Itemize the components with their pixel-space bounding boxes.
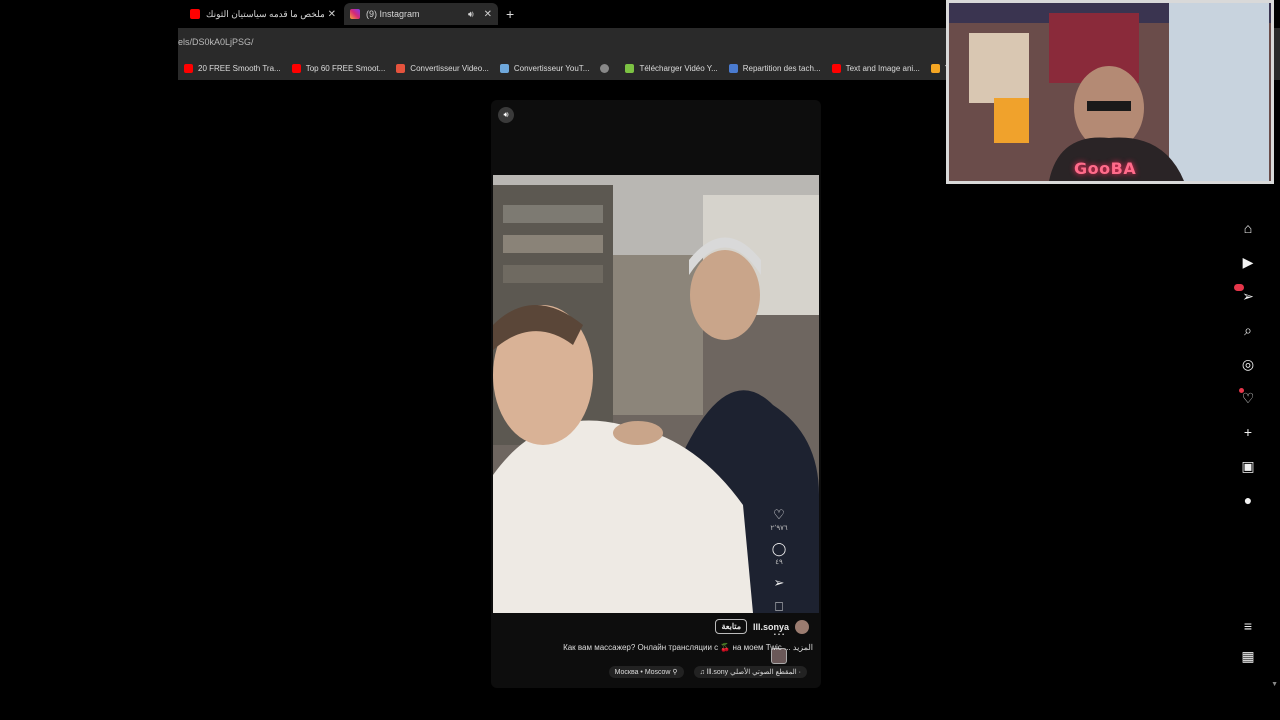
menu-icon[interactable]: ≡ (1244, 618, 1252, 634)
like-count: ٢٬٩٧٦ (770, 525, 788, 532)
bookmark-item[interactable]: Convertisseur Video... (396, 63, 489, 73)
bookmark-item[interactable]: Télécharger Vidéo Y... (625, 63, 718, 73)
dashboard-icon[interactable]: ▣ (1241, 458, 1254, 474)
explore-icon[interactable]: ◎ (1242, 356, 1254, 372)
webcam-overlay: GooBA (946, 0, 1274, 184)
send-icon: ➢ (773, 575, 785, 590)
author-name[interactable]: lll.sonya (753, 622, 789, 632)
apps-icon[interactable]: ▦ (1241, 648, 1254, 664)
location-tag[interactable]: Москва • Moscow ⚲ (608, 666, 684, 678)
avatar[interactable] (795, 619, 809, 634)
reel-card: 🔊︎ ♡ ٢٬٩٧٦ ◯ ٤٩ ➢ ⎕ … متابعة lll.sonya К… (491, 100, 821, 688)
close-icon[interactable]: ✕ (328, 9, 336, 20)
search-icon[interactable]: ⌕ (1244, 322, 1252, 338)
instagram-icon (350, 9, 360, 19)
converter-icon (499, 63, 509, 73)
save-button[interactable]: ⎕ (775, 600, 783, 614)
like-button[interactable]: ♡ ٢٬٩٧٦ (770, 507, 788, 533)
youtube-icon (190, 9, 200, 19)
globe-icon (600, 63, 610, 73)
notifications-icon[interactable]: ♡ (1238, 388, 1254, 406)
webcam-frame (949, 3, 1271, 181)
url-text[interactable]: els/DS0kA0LjPSG/ (178, 37, 254, 47)
home-icon[interactable]: ⌂ (1244, 220, 1252, 236)
share-button[interactable]: ➢ (774, 576, 785, 590)
youtube-icon (831, 63, 841, 73)
create-icon[interactable]: + (1244, 424, 1252, 440)
reels-icon[interactable]: ▶ (1243, 254, 1254, 270)
bookmark-icon: ⎕ (775, 599, 783, 614)
comment-count: ٤٩ (775, 559, 783, 566)
screen: ملخص ما قدمه سياستيان الثونك... ✕ (9) In… (0, 0, 1280, 720)
tab-instagram[interactable]: (9) Instagram 🔊︎ ✕ (344, 3, 498, 25)
youtube-icon (291, 63, 301, 73)
reel-meta: Москва • Moscow ⚲ ♫ lll.sony المقطع الصو… (608, 666, 807, 678)
instagram-sidebar: ⌂ ▶ ➢ ⌕ ◎ ♡ + ▣ ● (1234, 220, 1261, 508)
webcam-label: GooBA (1074, 159, 1137, 178)
reel-info: متابعة lll.sonya Как вам массажер? Онлай… (491, 615, 821, 685)
instagram-sidebar-bottom: ≡ ▦ (1235, 618, 1261, 664)
speaker-icon[interactable]: 🔊︎ (468, 9, 474, 20)
reel-caption[interactable]: Как вам массажер? Онлайн трансляции с 🍒 … (563, 643, 813, 652)
author-row: متابعة lll.sonya (715, 619, 809, 634)
notification-badge (1234, 284, 1245, 291)
comment-icon: ◯ (771, 541, 787, 556)
tab-title: (9) Instagram (366, 9, 420, 19)
heart-icon: ♡ (773, 507, 785, 522)
bookmark-item[interactable]: Text and Image ani... (831, 63, 920, 73)
volume-icon[interactable]: 🔊︎ (498, 107, 514, 123)
audio-tag[interactable]: ♫ lll.sony المقطع الصوتي الأصلي · (693, 666, 807, 678)
bookmark-icon (930, 63, 940, 73)
close-icon[interactable]: ✕ (484, 9, 492, 20)
bookmark-item[interactable]: 20 FREE Smooth Tra... (184, 63, 281, 73)
notification-dot (1238, 388, 1244, 393)
tab-youtube[interactable]: ملخص ما قدمه سياستيان الثونك... ✕ (184, 3, 342, 25)
follow-button[interactable]: متابعة (715, 619, 747, 634)
new-tab-button[interactable]: + (506, 6, 514, 22)
tab-title: ملخص ما قدمه سياستيان الثونك... (206, 8, 324, 19)
youtube-icon (184, 63, 193, 73)
bookmark-item[interactable] (600, 63, 614, 73)
comment-button[interactable]: ◯ ٤٩ (771, 541, 787, 567)
profile-avatar[interactable]: ● (1244, 492, 1252, 508)
bookmark-item[interactable]: Repartition des tach... (728, 63, 821, 73)
messages-icon[interactable]: ➢ (1234, 284, 1254, 304)
bookmark-item[interactable]: Convertisseur YouT... (499, 63, 589, 73)
scroll-down-arrow[interactable]: ▼ (1271, 681, 1278, 688)
download-icon (625, 63, 635, 73)
z-icon (396, 63, 406, 73)
docs-icon (728, 63, 738, 73)
bookmark-item[interactable]: Top 60 FREE Smoot... (291, 63, 385, 73)
